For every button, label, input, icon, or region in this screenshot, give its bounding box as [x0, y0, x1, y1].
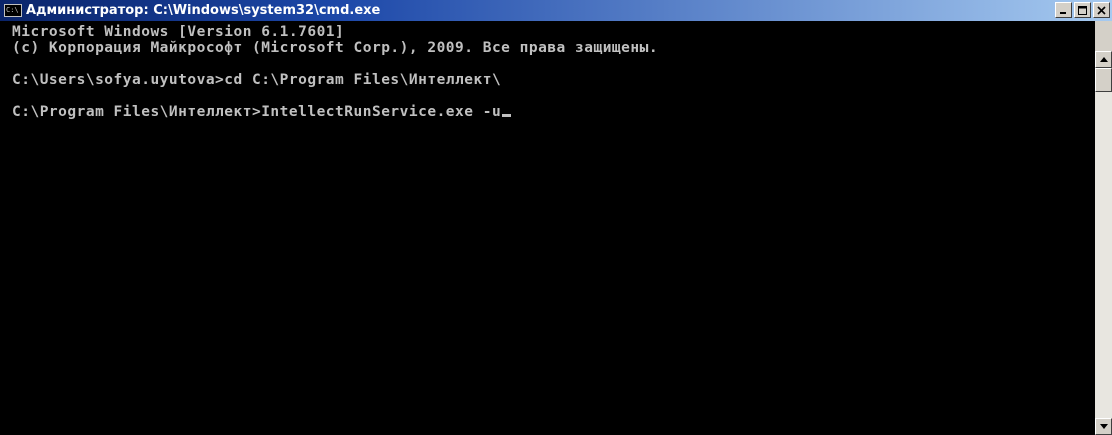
window-controls [1053, 2, 1110, 18]
maximize-button[interactable] [1074, 2, 1091, 18]
minimize-button[interactable] [1055, 2, 1072, 18]
console-prompt-line[interactable]: C:\Program Files\Интеллект>IntellectRunS… [12, 104, 1095, 120]
close-button[interactable] [1093, 2, 1110, 18]
scroll-thumb[interactable] [1095, 68, 1112, 92]
scroll-track[interactable] [1095, 92, 1112, 418]
scroll-down-button[interactable] [1095, 418, 1112, 435]
arrow-down-icon [1100, 424, 1108, 429]
console-line: (c) Корпорация Майкрософт (Microsoft Cor… [12, 40, 659, 56]
title-bar[interactable]: C:\ Администратор: C:\Windows\system32\c… [0, 0, 1112, 21]
close-icon [1097, 6, 1106, 15]
console-line: C:\Users\sofya.uyutova>cd C:\Program Fil… [12, 72, 502, 88]
minimize-icon [1060, 12, 1066, 14]
cmd-icon[interactable]: C:\ [4, 4, 22, 17]
vertical-scrollbar[interactable] [1095, 21, 1112, 435]
scroll-up-button[interactable] [1095, 51, 1112, 68]
window-title: Администратор: C:\Windows\system32\cmd.e… [26, 3, 381, 18]
console-line: Microsoft Windows [Version 6.1.7601] [12, 24, 345, 40]
arrow-up-icon [1100, 57, 1108, 62]
console-output[interactable]: Microsoft Windows [Version 6.1.7601] (c)… [0, 21, 1095, 435]
text-cursor [502, 114, 512, 117]
command-text: C:\Program Files\Интеллект>IntellectRunS… [12, 104, 502, 120]
cmd-window: C:\ Администратор: C:\Windows\system32\c… [0, 0, 1112, 435]
maximize-icon [1078, 6, 1087, 15]
